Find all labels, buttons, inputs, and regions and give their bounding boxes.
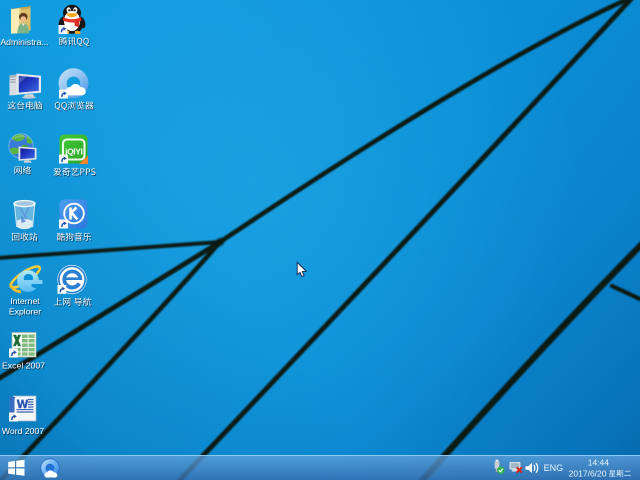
svg-text:Word 2007: Word 2007 [2, 426, 45, 436]
svg-text:2017/6/20: 2017/6/20 [569, 468, 607, 478]
svg-text:Excel 2007: Excel 2007 [2, 361, 45, 371]
svg-text:Administra...: Administra... [0, 37, 48, 47]
svg-text:ENG: ENG [544, 463, 564, 473]
svg-text:Internet: Internet [10, 296, 40, 306]
svg-text:Explorer: Explorer [9, 307, 41, 317]
svg-text:14:44: 14:44 [588, 457, 610, 467]
